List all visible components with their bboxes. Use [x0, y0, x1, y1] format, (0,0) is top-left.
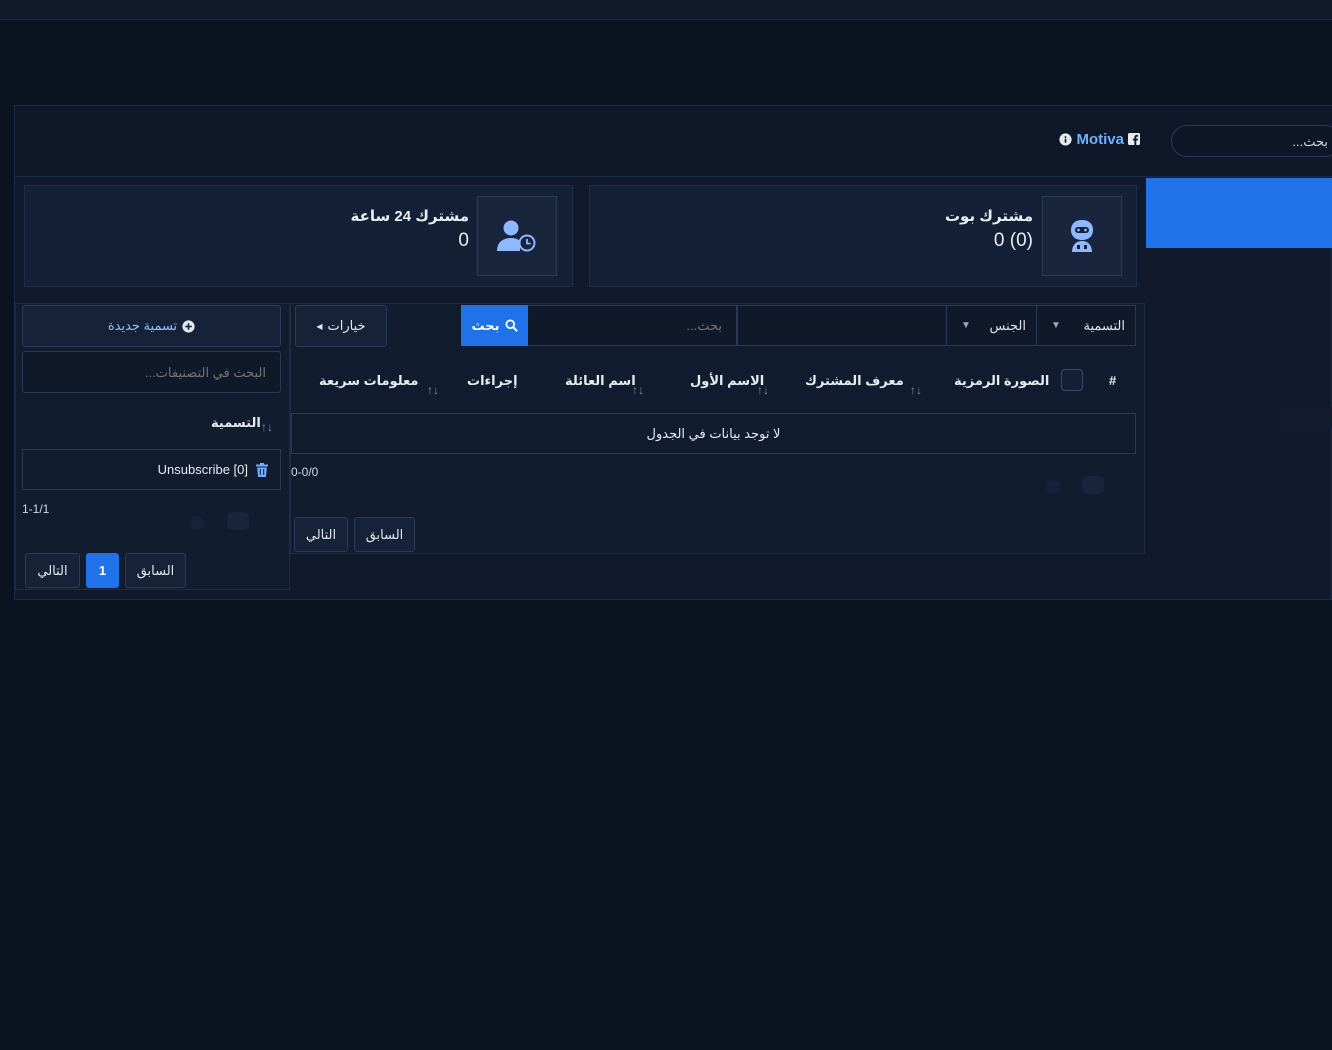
header-search-input[interactable]: [1171, 125, 1332, 157]
day-subscriber-value: 0: [458, 230, 469, 251]
column-hash: #: [1109, 373, 1117, 388]
filter-extra-field[interactable]: [737, 305, 947, 346]
search-button[interactable]: بحث: [461, 305, 528, 346]
brand[interactable]: Motiva: [1040, 129, 1140, 149]
labels-info: 1-1/1: [22, 502, 50, 516]
robot-icon: [1042, 196, 1122, 276]
table-prev-button[interactable]: السابق: [354, 517, 415, 552]
label-row[interactable]: Unsubscribe [0]: [22, 449, 281, 490]
table-next-button[interactable]: التالي: [294, 517, 348, 552]
labels-search-input[interactable]: [22, 351, 281, 393]
loader-dot: [1082, 476, 1104, 494]
new-label-button[interactable]: تسمية جديدة: [22, 305, 281, 347]
info-icon[interactable]: [1059, 132, 1073, 146]
search-icon: [505, 319, 518, 332]
column-last-name[interactable]: اسم العائلة: [565, 373, 636, 389]
blue-highlight-bar: [1146, 178, 1332, 248]
sort-icon[interactable]: ↑↓: [427, 383, 439, 397]
user-clock-icon: [477, 196, 557, 276]
label-row-text: Unsubscribe [0]: [157, 462, 248, 477]
new-label-text: تسمية جديدة: [107, 318, 178, 333]
column-quick-info[interactable]: معلومات سريعة: [319, 373, 418, 389]
options-button[interactable]: خيارات ◀: [295, 305, 387, 347]
sort-icon[interactable]: ↑↓: [910, 383, 922, 397]
bot-subscriber-value: 0 (0): [993, 230, 1033, 251]
facebook-icon: [1128, 133, 1140, 145]
bot-subscriber-card: مشترك بوت 0 (0): [589, 185, 1137, 287]
trash-icon[interactable]: [256, 462, 268, 477]
gender-select[interactable]: الجنس ▼: [946, 305, 1037, 346]
plus-circle-icon: [182, 319, 195, 333]
labels-column-header[interactable]: التسمية: [211, 415, 261, 431]
sort-icon[interactable]: ↑↓: [261, 420, 273, 434]
column-first-name[interactable]: الاسم الأول: [690, 373, 764, 389]
label-select-value: التسمية: [1083, 317, 1125, 333]
day-subscriber-title: مشترك 24 ساعة: [350, 208, 469, 225]
labels-prev-button[interactable]: السابق: [125, 553, 186, 588]
column-actions: إجراءات: [467, 373, 518, 388]
gender-select-value: الجنس: [989, 317, 1026, 333]
chevron-down-icon: ▼: [961, 320, 971, 331]
table-empty-row: لا توجد بيانات في الجدول: [291, 413, 1136, 454]
top-navbar: [0, 0, 1332, 20]
column-avatar[interactable]: الصورة الرمزية: [954, 373, 1049, 389]
labels-page-1[interactable]: 1: [86, 553, 119, 588]
select-all-checkbox[interactable]: [1061, 369, 1083, 391]
brand-name[interactable]: Motiva: [1076, 131, 1124, 148]
table-search-input[interactable]: [527, 305, 737, 346]
table-info: 0-0/0: [291, 465, 319, 479]
loader-dot: [1046, 480, 1060, 494]
faint-chip: [1276, 404, 1332, 432]
label-select[interactable]: التسمية ▼: [1036, 305, 1136, 346]
empty-table-text: لا توجد بيانات في الجدول: [646, 425, 781, 441]
loader-dot: [227, 512, 249, 530]
column-subscriber-id[interactable]: معرف المشترك: [805, 373, 904, 389]
options-label: خيارات: [327, 318, 366, 333]
search-button-label: بحث: [471, 317, 500, 333]
bot-subscriber-title: مشترك بوت: [944, 208, 1033, 225]
caret-left-icon: ◀: [316, 321, 323, 331]
labels-next-button[interactable]: التالي: [25, 553, 80, 588]
chevron-down-icon: ▼: [1051, 320, 1061, 331]
loader-dot: [190, 516, 204, 530]
day-subscriber-card: مشترك 24 ساعة 0: [24, 185, 573, 287]
